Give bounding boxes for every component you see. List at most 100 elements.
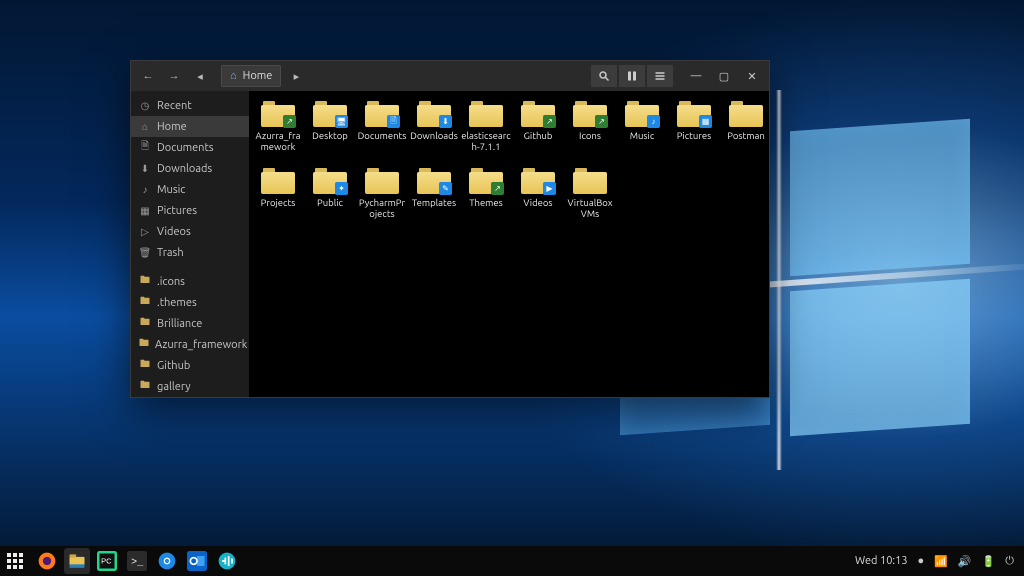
view-toggle-button[interactable] [619,65,645,87]
sidebar-item-home[interactable]: ⌂Home [131,116,249,137]
dock: PC >_ [34,548,240,574]
titlebar: ← → ◂ ⌂ Home ▸ — ▢ ✕ [131,61,769,91]
folder-icon: ↗ [521,101,555,127]
badge-icon: ✦ [335,182,348,195]
power-icon[interactable]: ⏻ [1005,555,1014,568]
network-icon[interactable]: 📶 [934,555,948,568]
folder-icon: ⬇ [417,101,451,127]
sidebar-bookmark--icons[interactable]: 🖿.icons [131,271,249,292]
trash-icon: 🗑 [139,247,151,259]
sidebar-item-label: Downloads [157,163,212,175]
badge-icon: ▶ [543,182,556,195]
maximize-button[interactable]: ▢ [711,65,737,87]
folder-desktop[interactable]: 🖥 Desktop [305,101,355,152]
sidebar-item-pictures[interactable]: ▦Pictures [131,200,249,221]
folder-icon: 🖿 [139,273,151,290]
sidebar-bookmark-github[interactable]: 🖿Github [131,355,249,376]
sidebar-item-label: Github [157,360,190,372]
sidebar-item-label: gallery [157,381,191,393]
folder-label: Pictures [677,130,712,141]
hamburger-menu-button[interactable] [647,65,673,87]
folder-downloads[interactable]: ⬇ Downloads [409,101,459,152]
folder-pycharmprojects[interactable]: PycharmProjects [357,168,407,219]
folder-projects[interactable]: Projects [253,168,303,219]
nav-back-button[interactable]: ← [137,65,159,87]
badge-icon: ↗ [543,115,556,128]
sidebar-bookmark-brilliance[interactable]: 🖿Brilliance [131,313,249,334]
folder-label: VirtualBox VMs [565,197,615,219]
folder-themes[interactable]: ↗ Themes [461,168,511,219]
badge-icon: 🖥 [335,115,348,128]
sidebar-item-music[interactable]: ♪Music [131,179,249,200]
path-up-button[interactable]: ◂ [189,65,211,87]
badge-icon: ↗ [283,115,296,128]
path-next-button[interactable]: ▸ [285,65,307,87]
battery-icon[interactable]: 🔋 [982,555,996,568]
sidebar-bookmark-azurra_framework[interactable]: 🖿 Azurra_framework [131,334,249,355]
status-dot-icon[interactable]: ● [918,555,925,567]
sidebar-item-recent[interactable]: ◷ Recent [131,95,249,116]
folder-icon: 🖥 [313,101,347,127]
nav-forward-button[interactable]: → [163,65,185,87]
folder-label: Downloads [410,130,458,141]
down-icon: ⬇ [139,163,151,175]
badge-icon: ♪ [647,115,660,128]
folder-virtualbox-vms[interactable]: VirtualBox VMs [565,168,615,219]
folder-icon: 🖿 [139,378,151,395]
apps-menu-button[interactable] [0,546,30,576]
folder-public[interactable]: ✦ Public [305,168,355,219]
volume-icon[interactable]: 🔊 [958,555,972,568]
dock-chromium[interactable] [154,548,180,574]
folder-label: elasticsearch-7.1.1 [461,130,511,152]
folder-github[interactable]: ↗ Github [513,101,563,152]
folder-icon [365,168,399,194]
sidebar-bookmark-gallery[interactable]: 🖿 gallery [131,376,249,397]
folder-icon: ↗ [261,101,295,127]
dock-firefox[interactable] [34,548,60,574]
folder-elasticsearch-7-1-1[interactable]: elasticsearch-7.1.1 [461,101,511,152]
path-bar[interactable]: ⌂ Home [221,65,281,87]
clock-icon: ◷ [139,100,151,112]
sidebar-item-label: Azurra_framework [155,339,247,351]
folder-icon: ▶ [521,168,555,194]
folder-templates[interactable]: ✎ Templates [409,168,459,219]
sidebar-item-trash[interactable]: 🗑Trash [131,242,249,263]
dock-pycharm[interactable]: PC [94,548,120,574]
folder-icons[interactable]: ↗ Icons [565,101,615,152]
folder-icon [729,101,763,127]
sidebar-item-downloads[interactable]: ⬇ Downloads [131,158,249,179]
badge-icon: ↗ [491,182,504,195]
search-button[interactable] [591,65,617,87]
sidebar-item-videos[interactable]: ▷Videos [131,221,249,242]
folder-label: Desktop [312,130,348,141]
folder-label: Azurra_framework [253,130,303,152]
sidebar-item-label: Recent [157,100,192,112]
sidebar-item-label: .themes [157,297,197,309]
folder-icon: ✎ [417,168,451,194]
folder-pictures[interactable]: ▦ Pictures [669,101,719,152]
dock-audio[interactable] [214,548,240,574]
path-label: Home [243,70,273,82]
folder-icon: 🖿 [139,336,149,353]
minimize-button[interactable]: — [683,65,709,87]
folder-label: Projects [261,197,296,208]
close-button[interactable]: ✕ [739,65,765,87]
badge-icon: ↗ [595,115,608,128]
folder-label: Icons [579,130,601,141]
folder-documents[interactable]: 🗎 Documents [357,101,407,152]
music-icon: ♪ [139,184,151,196]
clock[interactable]: Wed 10:13 [855,555,908,567]
folder-music[interactable]: ♪ Music [617,101,667,152]
folder-azurra_framework[interactable]: ↗ Azurra_framework [253,101,303,152]
dock-outlook[interactable] [184,548,210,574]
dock-files[interactable] [64,548,90,574]
dock-terminal[interactable]: >_ [124,548,150,574]
folder-videos[interactable]: ▶ Videos [513,168,563,219]
folder-postman[interactable]: Postman [721,101,769,152]
svg-text:PC: PC [101,557,112,566]
pic-icon: ▦ [139,205,151,217]
folder-view: ↗ Azurra_framework 🖥 Desktop 🗎 Documents… [249,91,769,397]
sidebar-item-documents[interactable]: 🗎Documents [131,137,249,158]
sidebar-bookmark--themes[interactable]: 🖿.themes [131,292,249,313]
badge-icon: ⬇ [439,115,452,128]
